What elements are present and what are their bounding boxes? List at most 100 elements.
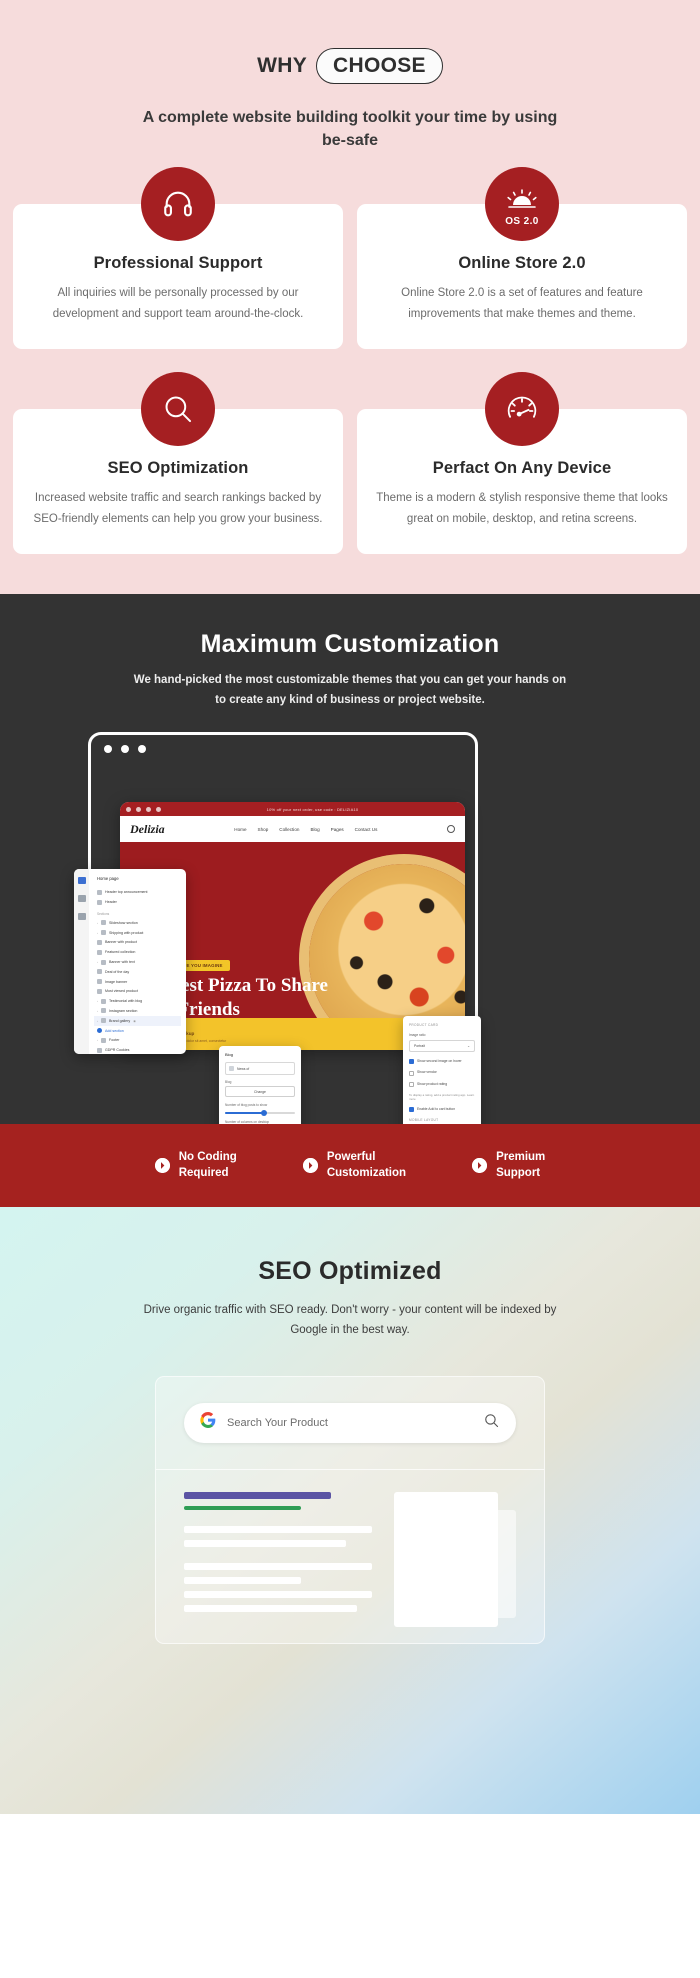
search-input[interactable]: Search Your Product <box>227 1417 472 1429</box>
editor-row[interactable]: › Instagram section <box>94 1006 181 1016</box>
rail-sections-icon[interactable] <box>77 877 86 885</box>
blog-news-value: News of <box>237 1066 250 1071</box>
show-product-rating-checkbox[interactable]: Show product rating <box>409 1082 475 1087</box>
benefit-line-1: No Coding <box>178 1151 237 1164</box>
chevron-right-icon[interactable]: › <box>97 960 98 964</box>
rail-apps-icon[interactable] <box>77 913 86 921</box>
result-text-lines <box>184 1491 386 1619</box>
layout-icon <box>97 889 102 895</box>
section-icon <box>101 1018 106 1024</box>
result-line <box>184 1525 372 1533</box>
show-vendor-checkbox[interactable]: Show vendor <box>409 1070 475 1076</box>
google-logo-icon <box>200 1412 216 1433</box>
headphones-icon <box>141 167 215 242</box>
feature-card-perfect-on-any-device[interactable]: Perfact On Any Device Theme is a modern … <box>357 372 687 555</box>
layout-icon <box>97 899 102 905</box>
benefit-line-1: Premium <box>496 1151 546 1164</box>
eye-icon[interactable]: ◉ <box>133 1019 136 1023</box>
nav-link-shop[interactable]: Shop <box>258 827 269 832</box>
chevron-right-icon[interactable]: › <box>97 999 98 1003</box>
social-icon[interactable] <box>136 806 141 812</box>
nav-link-collection[interactable]: Collection <box>279 827 299 832</box>
nav-link-pages[interactable]: Pages <box>331 827 344 832</box>
editor-row-label: Header <box>105 900 117 905</box>
blog-change-button[interactable]: Change <box>225 1086 295 1098</box>
image-ratio-select[interactable]: Portrait ⌄ <box>409 1039 475 1052</box>
chevron-right-icon[interactable]: › <box>97 931 98 935</box>
nav-link-blog[interactable]: Blog <box>310 827 319 832</box>
result-line <box>184 1590 372 1598</box>
nav-link-home[interactable]: Home <box>234 827 246 832</box>
benefit-line-2: Required <box>178 1166 229 1179</box>
why-choose-section: WHY CHOOSE A complete website building t… <box>0 0 700 595</box>
social-icon[interactable] <box>126 806 131 812</box>
add-section-label: Add section <box>105 1028 124 1033</box>
benefit-item-premium-support: Premium Support <box>472 1150 545 1180</box>
enable-add-to-cart-checkbox[interactable]: Enable Add to cart button <box>409 1107 475 1112</box>
editor-row[interactable]: Featured collection <box>94 947 181 957</box>
editor-row[interactable]: › Slideshow section <box>94 918 181 928</box>
add-section-button[interactable]: Add section <box>94 1026 181 1036</box>
editor-row[interactable]: Header top announcement <box>94 887 181 897</box>
theme-editor-panel[interactable]: Home page Header top announcement Header… <box>74 869 186 1055</box>
rail-theme-icon[interactable] <box>77 895 86 903</box>
image-ratio-label: Image ratio <box>409 1033 426 1038</box>
store-logo[interactable]: Delizia <box>130 822 165 837</box>
feature-card-title: Professional Support <box>93 254 263 273</box>
editor-row-label: Deal of the day <box>105 969 130 974</box>
storefront-navbar: Delizia Home Shop Collection Blog Pages … <box>120 816 465 843</box>
blog-posts-slider[interactable] <box>225 1110 295 1117</box>
chevron-right-icon[interactable]: › <box>97 1019 98 1023</box>
editor-row-selected[interactable]: › Brand gallery ◉ <box>94 1015 181 1026</box>
result-image-stack <box>386 1491 516 1627</box>
feature-card-online-store[interactable]: OS 2.0 Online Store 2.0 Online Store 2.0… <box>357 167 687 350</box>
editor-row[interactable]: › Footer <box>94 1035 181 1045</box>
editor-row[interactable]: › Banner with text <box>94 957 181 967</box>
show-product-rating-label: Show product rating <box>417 1081 448 1086</box>
chevron-down-icon: ⌄ <box>467 1043 470 1048</box>
section-icon <box>97 979 102 985</box>
checkbox-icon <box>409 1070 414 1076</box>
speedometer-icon <box>485 372 559 447</box>
product-card-settings-panel[interactable]: PRODUCT CARD Image ratio Portrait ⌄ Show… <box>403 1016 481 1125</box>
blog-settings-panel[interactable]: Blog News of Blog Change Number of blog … <box>219 1046 301 1125</box>
social-icon[interactable] <box>146 806 151 812</box>
feature-card-text: All inquiries will be personally process… <box>52 287 304 320</box>
editor-group-label: Sections <box>97 912 110 917</box>
editor-row[interactable]: Most viewed product <box>94 987 181 997</box>
editor-row[interactable]: › Shipping with product <box>94 928 181 938</box>
show-second-image-checkbox[interactable]: Show second image on hover <box>409 1059 475 1065</box>
social-icon[interactable] <box>156 806 161 812</box>
section-icon <box>101 930 106 936</box>
nav-link-contact-us[interactable]: Contact Us <box>355 827 378 832</box>
seo-title: SEO Optimized <box>258 1256 442 1285</box>
search-bar[interactable]: Search Your Product <box>184 1402 516 1443</box>
blog-section-label: Blog <box>225 1080 232 1085</box>
customization-title: Maximum Customization <box>200 630 500 659</box>
checkbox-icon <box>409 1059 414 1065</box>
feature-card-seo-optimization[interactable]: SEO Optimization Increased website traff… <box>13 372 343 555</box>
chevron-right-icon[interactable]: › <box>97 1009 98 1013</box>
storefront-search-icon[interactable] <box>447 825 455 834</box>
result-line <box>184 1604 357 1612</box>
section-icon <box>101 1008 106 1014</box>
blog-news-field[interactable]: News of <box>225 1062 295 1076</box>
editor-row[interactable]: GDPR Cookies <box>94 1045 181 1054</box>
chevron-right-icon[interactable]: › <box>97 1038 98 1042</box>
seo-preview-card: Search Your Product <box>155 1375 545 1644</box>
result-line <box>184 1576 301 1584</box>
feature-card-professional-support[interactable]: Professional Support All inquiries will … <box>13 167 343 350</box>
chevron-circle-icon <box>472 1158 488 1174</box>
editor-page-title: Home page <box>97 876 119 882</box>
editor-row[interactable]: Banner with product <box>94 938 181 948</box>
editor-row[interactable]: › Testimonial with blog <box>94 996 181 1006</box>
editor-row[interactable]: Image banner <box>94 977 181 987</box>
editor-row[interactable]: Header <box>94 897 181 907</box>
laptop-window-dots <box>104 745 146 754</box>
search-icon[interactable] <box>483 1412 500 1434</box>
customization-subtitle: We hand-picked the most customizable the… <box>133 674 567 706</box>
chevron-right-icon[interactable]: › <box>97 921 98 925</box>
why-subtitle: A complete website building toolkit your… <box>142 109 558 150</box>
editor-row[interactable]: Deal of the day <box>94 967 181 977</box>
section-icon <box>101 998 106 1004</box>
